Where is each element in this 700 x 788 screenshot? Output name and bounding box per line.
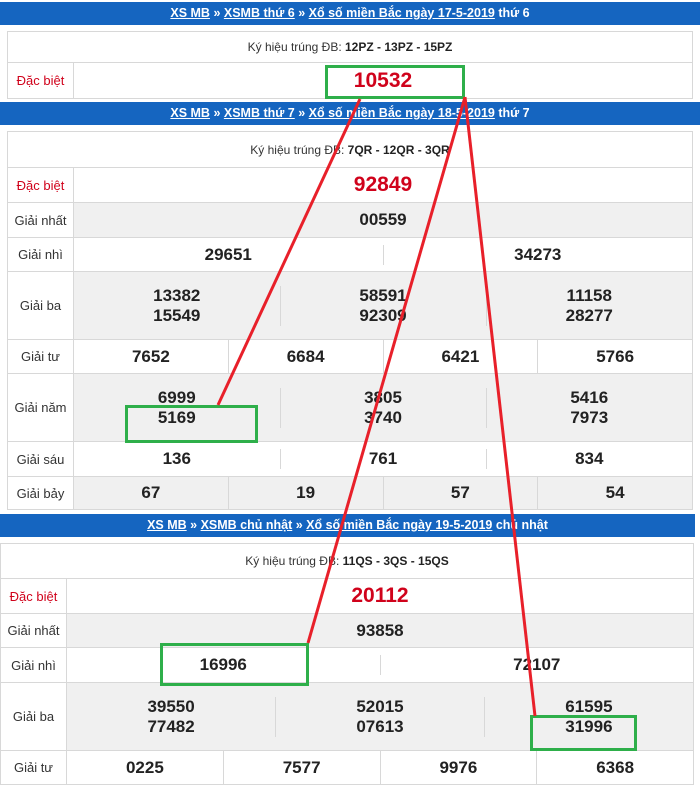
result-table-2: Ký hiệu trúng ĐB: 7QR - 12QR - 3QR Đặc b… xyxy=(7,131,693,510)
prize-value: 07613 xyxy=(275,716,485,737)
prize-value: 5766 xyxy=(537,339,693,374)
link-date[interactable]: Xổ số miền Bắc ngày 17-5-2019 xyxy=(309,6,495,20)
prize-value: 58591 xyxy=(279,285,486,306)
special-label: Đặc biệt xyxy=(0,578,67,614)
prize-value: 00559 xyxy=(73,202,693,238)
prize-value: 57 xyxy=(382,476,539,510)
special-label: Đặc biệt xyxy=(7,62,74,99)
prize-label-nhi: Giải nhì xyxy=(0,647,67,683)
symbol-label: Ký hiệu trúng ĐB: xyxy=(247,40,345,54)
symbol-value: 11QS - 3QS - 15QS xyxy=(342,554,449,568)
special-symbol-row: Ký hiệu trúng ĐB: 11QS - 3QS - 15QS xyxy=(0,543,694,579)
link-xsmb[interactable]: XS MB xyxy=(170,106,210,120)
prize-value: 92309 xyxy=(279,305,486,326)
prize-label-bay: Giải bảy xyxy=(7,476,74,510)
prize-value: 19 xyxy=(227,476,384,510)
symbol-label: Ký hiệu trúng ĐB: xyxy=(245,554,343,568)
prize-value: 72107 xyxy=(379,655,693,675)
prize-value: 28277 xyxy=(485,305,692,326)
special-prize: 10532 xyxy=(73,62,693,99)
prize-row-nhi: 29651 34273 xyxy=(74,244,692,265)
special-prize: 20112 xyxy=(66,578,694,614)
special-symbol-row: Ký hiệu trúng ĐB: 7QR - 12QR - 3QR xyxy=(7,131,693,168)
prize-value: 67 xyxy=(73,476,229,510)
prize-value: 7652 xyxy=(73,339,229,374)
prize-value: 93858 xyxy=(66,613,694,648)
prize-label-ba: Giải ba xyxy=(7,271,74,340)
prize-label-sau: Giải sáu xyxy=(7,441,74,477)
link-day[interactable]: XSMB thứ 7 xyxy=(224,106,295,120)
prize-label-tu: Giải tư xyxy=(0,750,67,785)
sep: » xyxy=(209,6,224,20)
prize-value: 34273 xyxy=(382,244,692,265)
symbol-value: 7QR - 12QR - 3QR xyxy=(347,142,450,157)
prize-value: 13382 xyxy=(74,285,280,306)
symbol-value: 12PZ - 13PZ - 15PZ xyxy=(345,40,453,54)
prize-value: 6999 xyxy=(74,387,280,408)
section-header-2: XS MB » XSMB thứ 7 » Xổ số miền Bắc ngày… xyxy=(0,102,700,125)
special-prize: 92849 xyxy=(73,167,693,203)
symbol-label: Ký hiệu trúng ĐB: xyxy=(250,142,348,157)
result-table-3: Ký hiệu trúng ĐB: 11QS - 3QS - 15QS Đặc … xyxy=(0,543,694,785)
prize-value: 7973 xyxy=(485,407,692,428)
header-tail: chủ nhật xyxy=(492,518,548,532)
prize-value: 3805 xyxy=(279,387,486,408)
prize-value: 5416 xyxy=(485,387,692,408)
prize-value: 7577 xyxy=(222,750,381,785)
prize-value: 3740 xyxy=(279,407,486,428)
sep: » xyxy=(209,106,224,120)
section-header-3: XS MB » XSMB chủ nhật » Xổ số miền Bắc n… xyxy=(0,514,695,537)
prize-value: 6684 xyxy=(227,339,384,374)
prize-value: 15549 xyxy=(74,305,280,326)
link-date[interactable]: Xổ số miền Bắc ngày 18-5-2019 xyxy=(309,106,495,120)
prize-value: 52015 xyxy=(275,696,485,717)
prize-value: 6421 xyxy=(382,339,539,374)
prize-value: 9976 xyxy=(379,750,538,785)
prize-label-nhi: Giải nhì xyxy=(7,237,74,272)
prize-label-nhat: Giải nhất xyxy=(0,613,67,648)
link-xsmb[interactable]: XS MB xyxy=(170,6,210,20)
prize-row-nhi: 16996 72107 xyxy=(67,655,693,675)
sep: » xyxy=(292,518,307,532)
prize-value: 16996 xyxy=(199,655,247,674)
link-day[interactable]: XSMB chủ nhật xyxy=(201,518,293,532)
prize-value: 39550 xyxy=(67,696,276,717)
prize-value: 136 xyxy=(162,449,191,468)
prize-value: 834 xyxy=(485,449,692,469)
prize-label-tu: Giải tư xyxy=(7,339,74,374)
link-xsmb[interactable]: XS MB xyxy=(147,518,187,532)
prize-value: 54 xyxy=(537,476,693,510)
prize-value: 5169 xyxy=(74,407,280,428)
prize-row-nam: 6999 3805 5416 5169 3740 7973 xyxy=(74,387,692,428)
prize-value: 31996 xyxy=(483,716,693,737)
prize-label-ba: Giải ba xyxy=(0,682,67,751)
prize-value: 77482 xyxy=(67,716,276,737)
sep: » xyxy=(294,6,309,20)
header-tail: thứ 7 xyxy=(494,106,530,120)
special-symbol-row: Ký hiệu trúng ĐB: 12PZ - 13PZ - 15PZ xyxy=(7,31,693,63)
prize-row-sau: 136 761 834 xyxy=(74,449,692,469)
sep: » xyxy=(186,518,201,532)
prize-value: 0225 xyxy=(66,750,224,785)
section-header-1: XS MB » XSMB thứ 6 » Xổ số miền Bắc ngày… xyxy=(0,2,700,25)
prize-row-ba: 39550 52015 61595 77482 07613 31996 xyxy=(67,696,693,737)
header-tail: thứ 6 xyxy=(494,6,530,20)
link-date[interactable]: Xổ số miền Bắc ngày 19-5-2019 xyxy=(306,518,492,532)
link-day[interactable]: XSMB thứ 6 xyxy=(224,6,295,20)
result-table-1: Ký hiệu trúng ĐB: 12PZ - 13PZ - 15PZ Đặc… xyxy=(7,31,693,99)
prize-value: 11158 xyxy=(485,285,692,306)
prize-value: 29651 xyxy=(204,244,252,264)
special-label: Đặc biệt xyxy=(7,167,74,203)
prize-row-ba: 13382 58591 11158 15549 92309 28277 xyxy=(74,285,692,326)
sep: » xyxy=(294,106,309,120)
prize-value: 761 xyxy=(279,449,486,469)
prize-label-nhat: Giải nhất xyxy=(7,202,74,238)
prize-label-nam: Giải năm xyxy=(7,373,74,442)
prize-value: 61595 xyxy=(483,696,693,717)
prize-value: 6368 xyxy=(536,750,694,785)
